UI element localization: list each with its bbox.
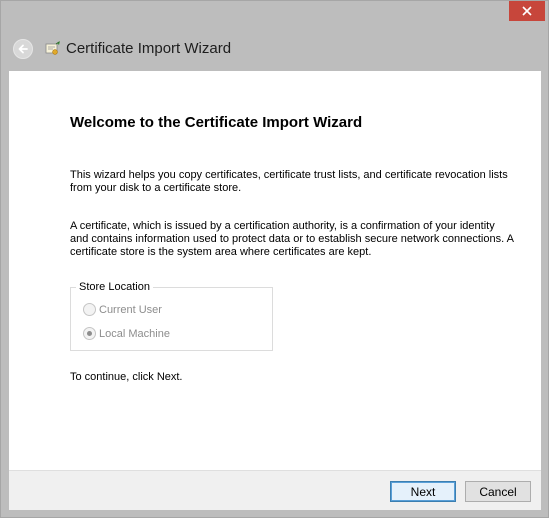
intro-text: This wizard helps you copy certificates,… bbox=[70, 169, 508, 194]
current-user-option[interactable]: Current User bbox=[83, 303, 162, 316]
title-bar bbox=[1, 1, 548, 27]
local-machine-option[interactable]: Local Machine bbox=[83, 327, 170, 340]
description-text: A certificate, which is issued by a cert… bbox=[70, 220, 514, 258]
continue-hint: To continue, click Next. bbox=[70, 371, 183, 383]
button-bar: Next Cancel bbox=[9, 470, 541, 510]
close-button[interactable] bbox=[509, 1, 545, 21]
radio-selected-dot bbox=[87, 331, 92, 336]
current-user-label: Current User bbox=[99, 303, 162, 316]
close-icon bbox=[522, 6, 532, 16]
local-machine-label: Local Machine bbox=[99, 327, 170, 340]
local-machine-radio[interactable] bbox=[83, 327, 96, 340]
store-location-group: Store Location Current User Local Machin… bbox=[70, 281, 273, 351]
certificate-wizard-icon bbox=[45, 41, 60, 55]
back-arrow-icon bbox=[18, 44, 28, 54]
back-button[interactable] bbox=[13, 39, 33, 59]
cancel-button[interactable]: Cancel bbox=[465, 481, 531, 502]
wizard-header: Certificate Import Wizard bbox=[1, 27, 548, 71]
content-panel: Welcome to the Certificate Import Wizard… bbox=[9, 71, 541, 470]
next-button[interactable]: Next bbox=[390, 481, 456, 502]
page-title: Welcome to the Certificate Import Wizard bbox=[70, 114, 363, 131]
wizard-window: Certificate Import Wizard Welcome to the… bbox=[0, 0, 549, 518]
wizard-title: Certificate Import Wizard bbox=[66, 40, 232, 57]
store-location-legend: Store Location bbox=[76, 281, 153, 293]
current-user-radio[interactable] bbox=[83, 303, 96, 316]
